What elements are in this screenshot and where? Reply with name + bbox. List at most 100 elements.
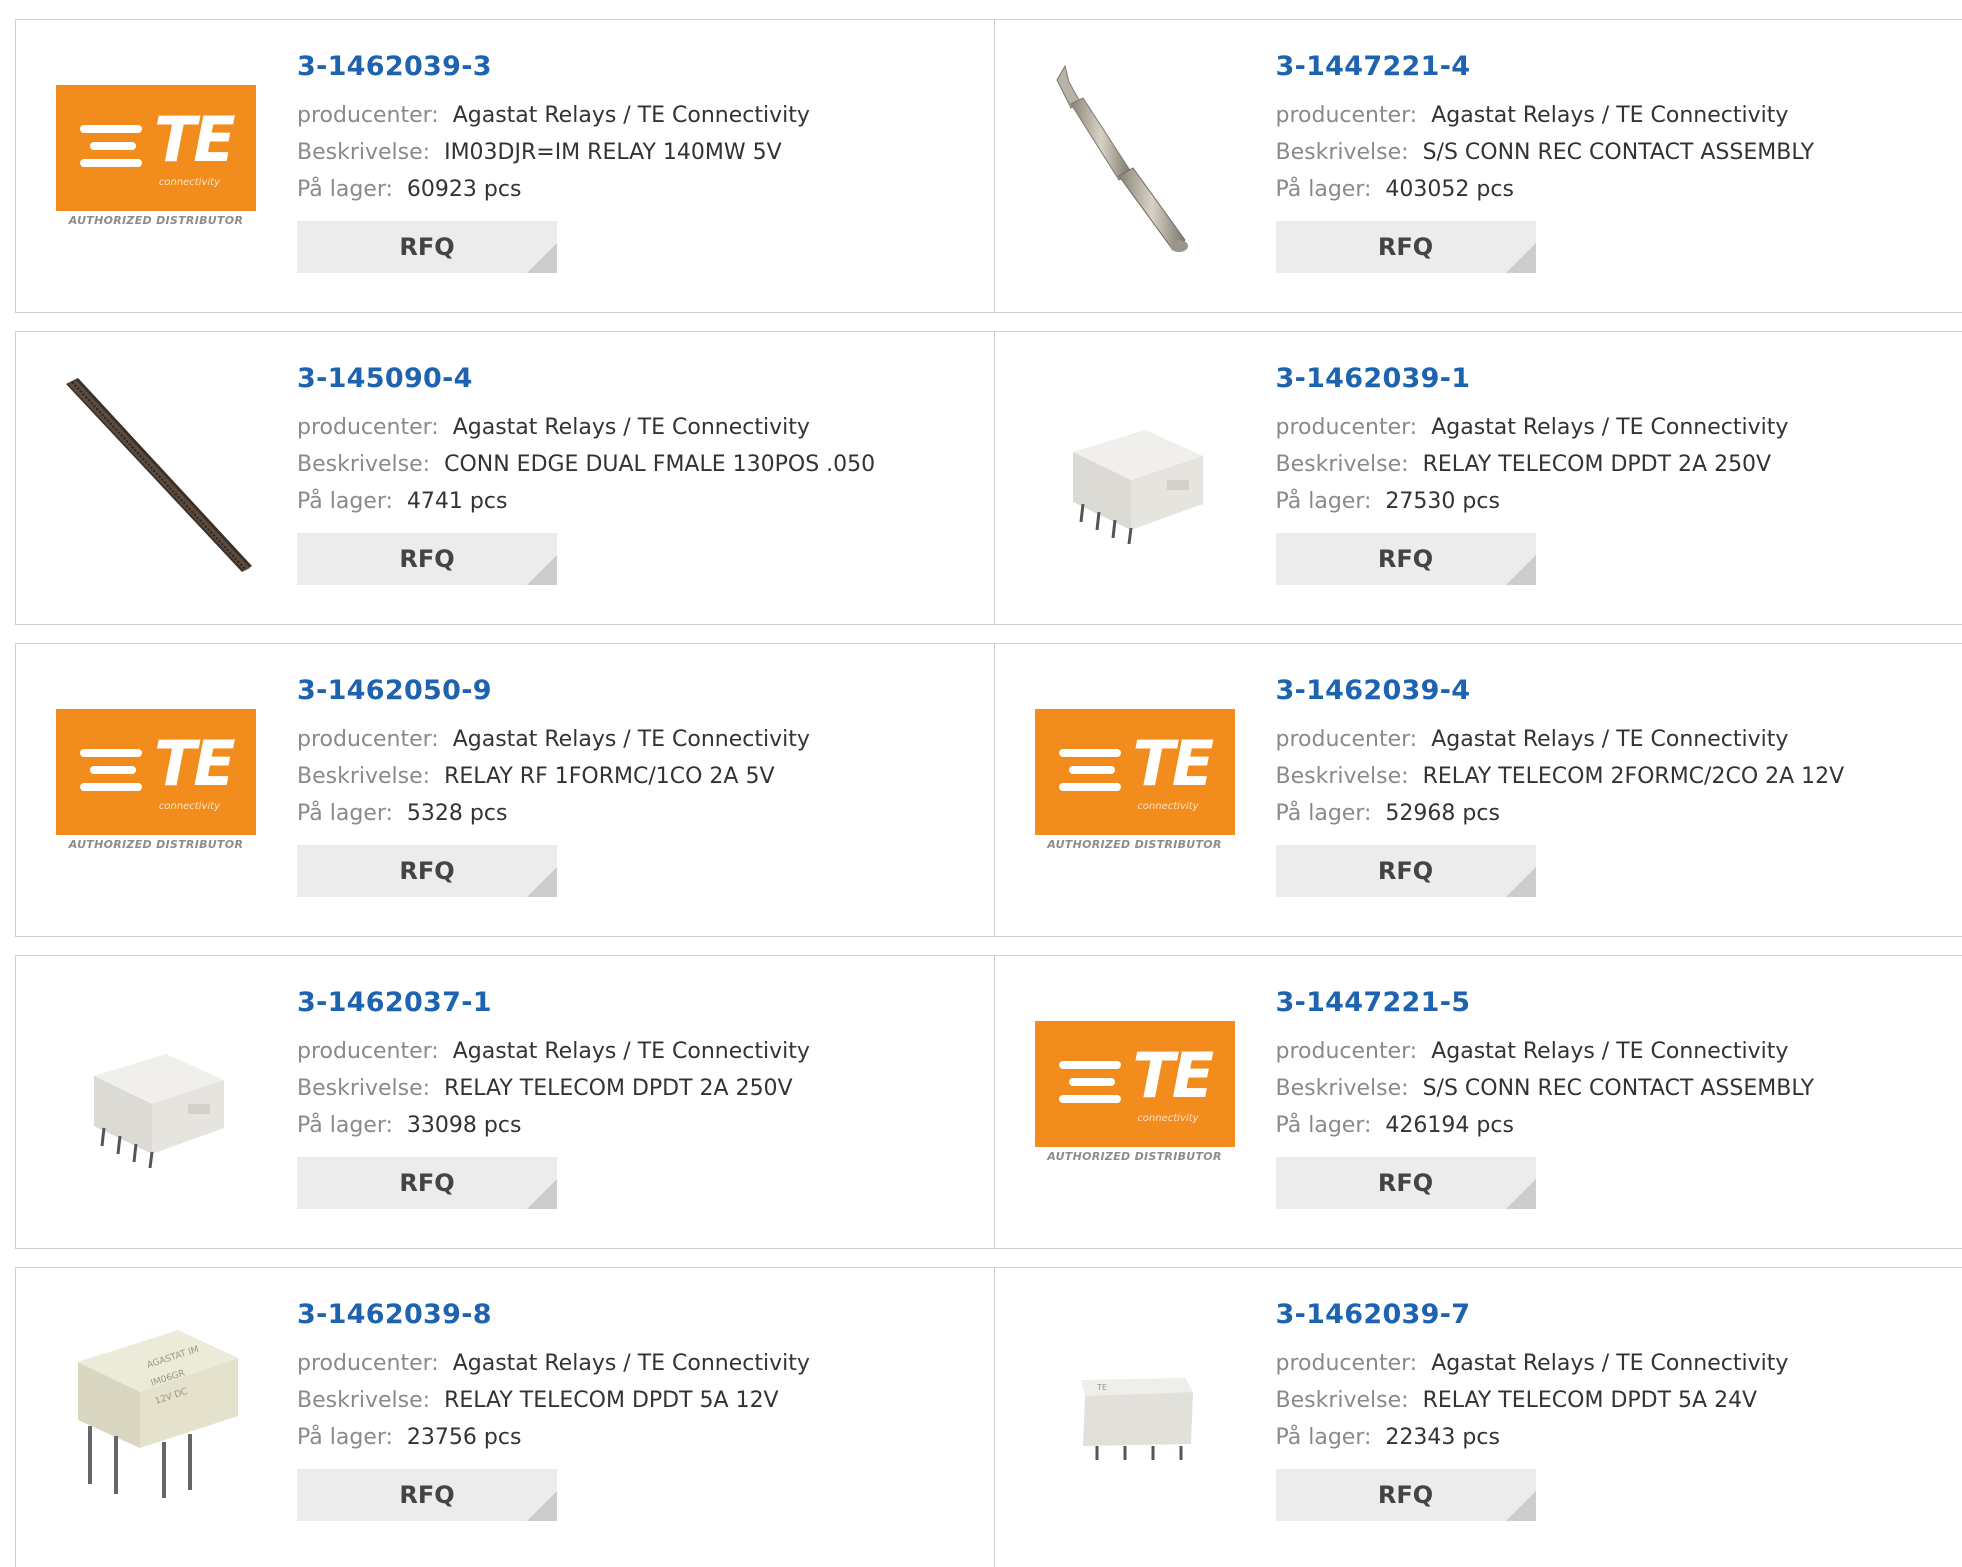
- rfq-button[interactable]: RFQ: [297, 1469, 557, 1521]
- manufacturer-line: producenter:Agastat Relays / TE Connecti…: [297, 1033, 810, 1070]
- product-image[interactable]: [56, 996, 256, 1196]
- description-line: Beskrivelse:S/S CONN REC CONTACT ASSEMBL…: [1276, 134, 1815, 171]
- description-label: Beskrivelse:: [297, 452, 430, 477]
- part-number-link[interactable]: 3-1462050-9: [297, 674, 810, 708]
- stock-label: På lager:: [297, 177, 393, 202]
- corner-triangle-icon: [1506, 1491, 1536, 1521]
- logo-brand-text: TE: [1133, 733, 1212, 795]
- product-card: TE 3-1462039-7 producenter:Agastat Relay…: [994, 1268, 1962, 1567]
- manufacturer-value: Agastat Relays / TE Connectivity: [1431, 103, 1788, 128]
- stock-line: På lager:5328 pcs: [297, 795, 810, 832]
- part-number-link[interactable]: 3-1462039-3: [297, 50, 810, 84]
- stock-line: På lager:33098 pcs: [297, 1107, 810, 1144]
- product-card: AGASTAT IMIM06GR12V DC 3-1462039-8 produ…: [16, 1268, 994, 1567]
- description-label: Beskrivelse:: [297, 764, 430, 789]
- description-label: Beskrivelse:: [297, 140, 430, 165]
- description-value: RELAY TELECOM DPDT 2A 250V: [1423, 452, 1772, 477]
- stock-line: På lager: 403052 pcs: [1276, 171, 1815, 208]
- rfq-button[interactable]: RFQ: [1276, 221, 1536, 273]
- logo-bars-icon: [1059, 1061, 1121, 1112]
- product-info: 3-145090-4 producenter: Agastat Relays / …: [297, 362, 875, 585]
- part-number-link[interactable]: 3-1462039-4: [1276, 674, 1845, 708]
- description-label: Beskrivelse:: [297, 1388, 430, 1413]
- part-number-link[interactable]: 3-1462039-7: [1276, 1298, 1789, 1332]
- product-image[interactable]: TE connectivity AUTHORIZED DISTRIBUTOR: [1035, 996, 1235, 1196]
- logo-bars-icon: [1059, 749, 1121, 800]
- product-card: TE connectivity AUTHORIZED DISTRIBUTOR 3…: [16, 20, 994, 312]
- rfq-label: RFQ: [1378, 545, 1433, 573]
- rfq-button[interactable]: RFQ: [297, 533, 557, 585]
- stock-label: På lager:: [1276, 801, 1372, 826]
- product-row: TE connectivity AUTHORIZED DISTRIBUTOR 3…: [15, 19, 1962, 313]
- stock-value: 403052 pcs: [1385, 177, 1514, 202]
- product-info: 3-1462037-1 producenter:Agastat Relays /…: [297, 986, 810, 1209]
- rfq-label: RFQ: [1378, 233, 1433, 261]
- logo-bars-icon: [80, 749, 142, 800]
- product-image[interactable]: [56, 372, 256, 572]
- rfq-button[interactable]: RFQ: [297, 221, 557, 273]
- corner-triangle-icon: [527, 555, 557, 585]
- manufacturer-value: Agastat Relays / TE Connectivity: [453, 1351, 810, 1376]
- manufacturer-label: producenter:: [297, 727, 439, 752]
- description-value: RELAY TELECOM DPDT 2A 250V: [444, 1076, 793, 1101]
- logo-brand-text: TE: [154, 109, 233, 171]
- product-image[interactable]: AGASTAT IMIM06GR12V DC: [56, 1308, 256, 1508]
- product-info: 3-1447221-4 producenter: Agastat Relays /…: [1276, 50, 1815, 273]
- rfq-label: RFQ: [1378, 857, 1433, 885]
- edge-connector-image: [56, 372, 256, 572]
- product-image[interactable]: TE connectivity AUTHORIZED DISTRIBUTOR: [56, 60, 256, 260]
- product-image[interactable]: TE connectivity AUTHORIZED DISTRIBUTOR: [56, 684, 256, 884]
- manufacturer-line: producenter:Agastat Relays / TE Connecti…: [297, 721, 810, 758]
- product-image[interactable]: TE connectivity AUTHORIZED DISTRIBUTOR: [1035, 684, 1235, 884]
- logo-brand-text: TE: [154, 733, 233, 795]
- manufacturer-label: producenter:: [1276, 103, 1418, 128]
- description-label: Beskrivelse:: [1276, 764, 1409, 789]
- smd-relay-image: TE: [1035, 1308, 1235, 1508]
- part-number-link[interactable]: 3-1462039-1: [1276, 362, 1789, 396]
- manufacturer-line: producenter:Agastat Relays / TE Connecti…: [297, 1345, 810, 1382]
- description-value: RELAY RF 1FORMC/1CO 2A 5V: [444, 764, 774, 789]
- manufacturer-value: Agastat Relays / TE Connectivity: [1431, 1351, 1788, 1376]
- stock-line: På lager:52968 pcs: [1276, 795, 1845, 832]
- rfq-button[interactable]: RFQ: [297, 1157, 557, 1209]
- product-image[interactable]: [1035, 60, 1235, 260]
- manufacturer-value: Agastat Relays / TE Connectivity: [1431, 415, 1788, 440]
- manufacturer-line: producenter:Agastat Relays / TE Connecti…: [1276, 1345, 1789, 1382]
- corner-triangle-icon: [1506, 867, 1536, 897]
- rfq-label: RFQ: [1378, 1169, 1433, 1197]
- rfq-button[interactable]: RFQ: [1276, 845, 1536, 897]
- rfq-button[interactable]: RFQ: [1276, 1157, 1536, 1209]
- stock-line: På lager:426194 pcs: [1276, 1107, 1815, 1144]
- product-info: 3-1462039-7 producenter:Agastat Relays /…: [1276, 1298, 1789, 1521]
- rfq-button[interactable]: RFQ: [297, 845, 557, 897]
- product-card: TE connectivity AUTHORIZED DISTRIBUTOR 3…: [994, 644, 1962, 936]
- smd-relay-image: [56, 996, 256, 1196]
- part-number-link[interactable]: 3-1462037-1: [297, 986, 810, 1020]
- product-row: TE connectivity AUTHORIZED DISTRIBUTOR 3…: [15, 643, 1962, 937]
- part-number-link[interactable]: 3-1462039-8: [297, 1298, 810, 1332]
- manufacturer-line: producenter:Agastat Relays / TE Connecti…: [297, 97, 810, 134]
- stock-label: På lager:: [1276, 177, 1372, 202]
- contact-pin-image: [1035, 60, 1235, 260]
- description-line: Beskrivelse:RELAY TELECOM DPDT 5A 12V: [297, 1382, 810, 1419]
- manufacturer-line: producenter:Agastat Relays / TE Connecti…: [1276, 721, 1845, 758]
- rfq-button[interactable]: RFQ: [1276, 1469, 1536, 1521]
- stock-label: På lager:: [297, 1425, 393, 1450]
- product-info: 3-1462039-3 producenter:Agastat Relays /…: [297, 50, 810, 273]
- corner-triangle-icon: [527, 243, 557, 273]
- description-line: Beskrivelse:S/S CONN REC CONTACT ASSEMBL…: [1276, 1070, 1815, 1107]
- part-number-link[interactable]: 3-1447221-4: [1276, 50, 1815, 84]
- product-info: 3-1462039-8 producenter:Agastat Relays /…: [297, 1298, 810, 1521]
- authorized-distributor-text: AUTHORIZED DISTRIBUTOR: [56, 214, 256, 227]
- rfq-button[interactable]: RFQ: [1276, 533, 1536, 585]
- logo-sub-text: connectivity: [1137, 1113, 1198, 1124]
- product-image[interactable]: TE: [1035, 1308, 1235, 1508]
- part-number-link[interactable]: 3-1447221-5: [1276, 986, 1815, 1020]
- stock-line: På lager:22343 pcs: [1276, 1419, 1789, 1456]
- manufacturer-value: Agastat Relays / TE Connectivity: [453, 415, 810, 440]
- manufacturer-label: producenter:: [297, 415, 439, 440]
- part-number-link[interactable]: 3-145090-4: [297, 362, 875, 396]
- product-image[interactable]: [1035, 372, 1235, 572]
- stock-value: 4741 pcs: [407, 489, 508, 514]
- description-value: CONN EDGE DUAL FMALE 130POS .050: [444, 452, 875, 477]
